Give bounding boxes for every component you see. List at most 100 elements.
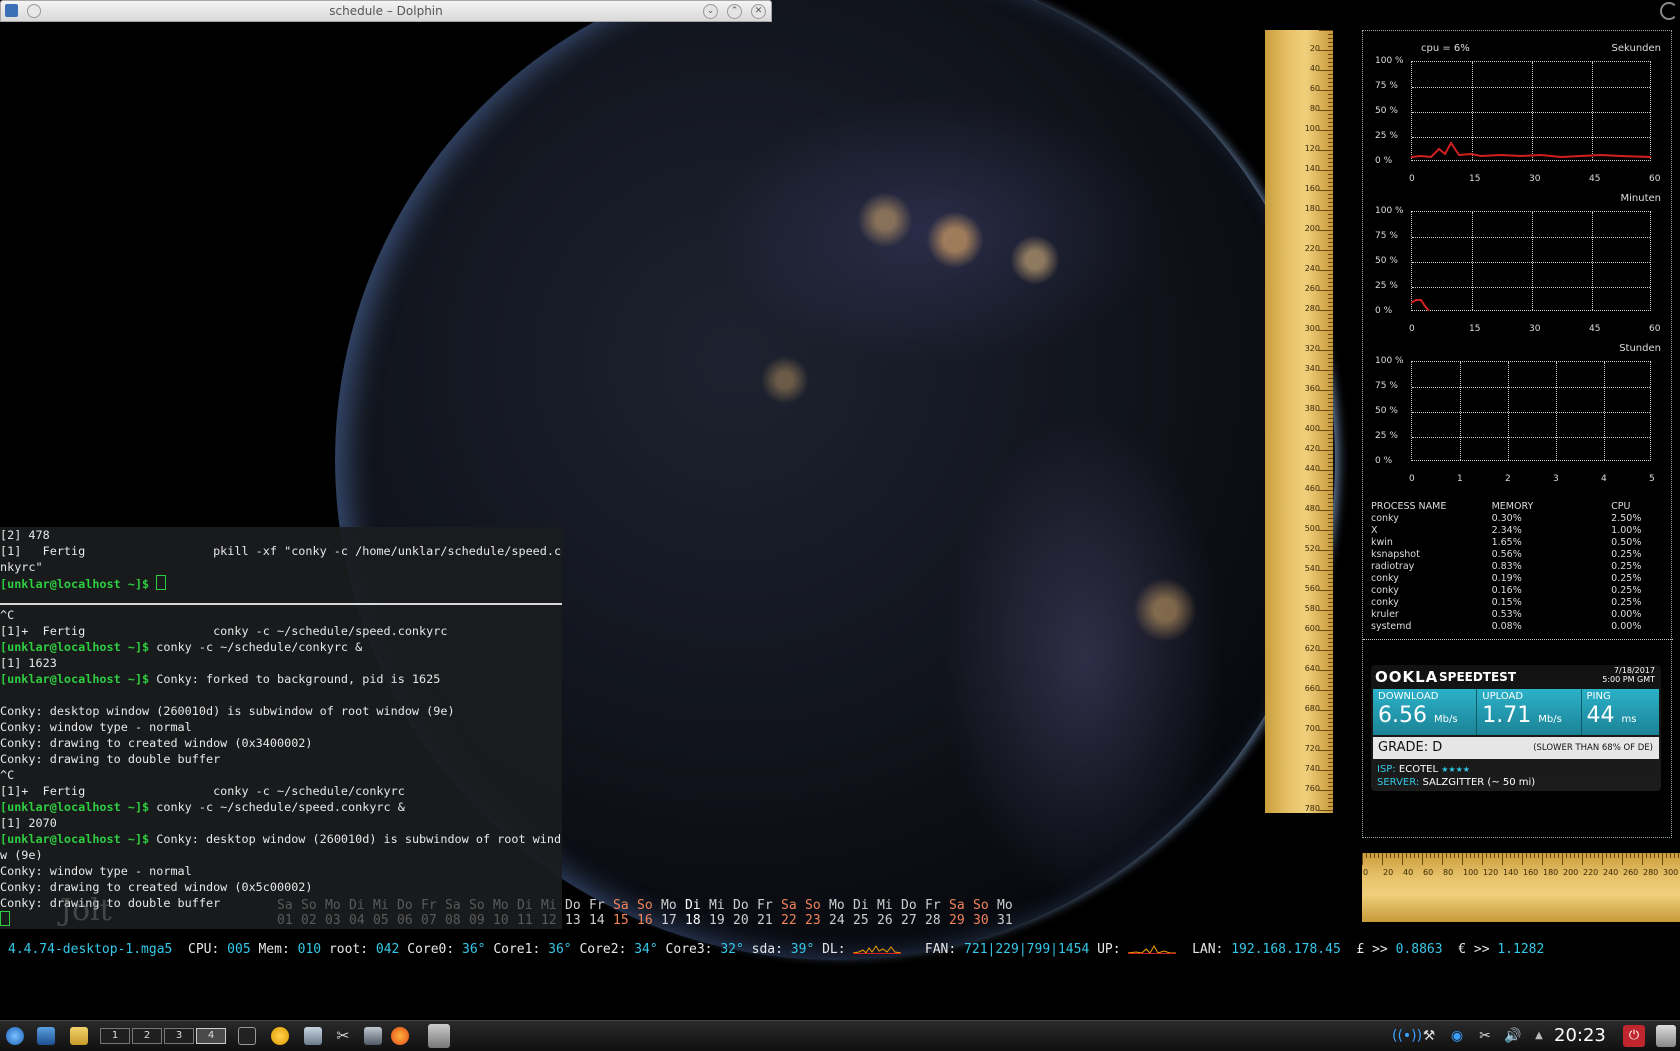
dolphin-window-titlebar[interactable]: schedule – Dolphin ⌄ ⌃ ✕ <box>0 0 772 22</box>
running-task-icon[interactable] <box>428 1024 450 1048</box>
calendar-date: 07 <box>421 913 437 928</box>
ruler-tick <box>1606 853 1607 858</box>
shell-prompt: [unklar@localhost ~]$ <box>0 800 150 814</box>
process-memory: 0.08% <box>1491 621 1522 632</box>
tools-icon[interactable]: ✂ <box>334 1027 352 1045</box>
ruler-tick <box>1328 506 1333 507</box>
ruler-label: 780 <box>1304 804 1320 813</box>
ruler-tick <box>1319 430 1333 431</box>
ruler-tick <box>1328 618 1333 619</box>
ruler-tick <box>1328 434 1333 435</box>
ruler-tick <box>1328 386 1333 387</box>
process-name: conky <box>1371 513 1399 524</box>
ruler-tick <box>1328 202 1333 203</box>
ruler-tick <box>1328 102 1333 103</box>
ruler-tick <box>1328 166 1333 167</box>
ruler-tick <box>1486 853 1487 858</box>
usage-graph: Sekunden cpu = 6% 100 % 75 % 50 % 25 % 0 % 0 15 3… <box>1363 31 1673 184</box>
calendar-date: 21 <box>757 913 773 928</box>
grid-line <box>1508 362 1509 460</box>
ruler-tool-icon[interactable]: ✂ <box>1476 1027 1494 1045</box>
ruler-tick <box>1319 450 1333 451</box>
volume-icon[interactable]: 🔊 <box>1504 1027 1522 1045</box>
ruler-tick <box>1328 318 1333 319</box>
power-button[interactable]: ⏻ <box>1623 1025 1645 1047</box>
ruler-tick <box>1586 853 1587 858</box>
firefox-icon[interactable] <box>391 1027 409 1045</box>
terminal-line: nkyrc" <box>0 559 562 575</box>
desktop-toolbox-icon[interactable] <box>1660 2 1678 20</box>
ruler-tick <box>1546 853 1547 858</box>
terminal-line: [1] 2070 <box>0 815 562 831</box>
ruler-tick <box>1328 206 1333 207</box>
ruler-label: 360 <box>1304 384 1320 393</box>
ruler-label: 80 <box>1309 104 1320 113</box>
ruler-tick <box>1514 853 1515 858</box>
process-row: kwin 1.65% 0.50% <box>1371 537 1661 549</box>
pane-splitter[interactable] <box>0 603 562 605</box>
ruler-tick <box>1386 853 1387 858</box>
process-memory: 0.15% <box>1491 597 1522 608</box>
ruler-label: 60 <box>1423 868 1434 877</box>
graph-y-label: 100 % <box>1375 206 1404 216</box>
calendar-weekday: Fr <box>925 898 941 913</box>
network-globe-icon[interactable]: ◉ <box>1448 1027 1466 1045</box>
terminal-launcher-icon[interactable] <box>238 1027 256 1045</box>
close-button[interactable]: ✕ <box>751 4 766 19</box>
graph-x-label: 2 <box>1505 474 1511 484</box>
core2-temp: 34° <box>634 942 658 957</box>
ruler-tick <box>1390 853 1391 858</box>
file-manager-icon[interactable] <box>70 1027 88 1045</box>
document-viewer-icon[interactable] <box>304 1027 322 1045</box>
kruler-horizontal[interactable]: 0 20 40 60 80 100 120 140 160 180 200 220 240 260 280 3… <box>1362 853 1680 922</box>
terminal-top-pane[interactable]: [2] 478 [1] Fertig pkill -xf "conky -c /h… <box>0 527 562 591</box>
ruler-label: 100 <box>1463 868 1479 877</box>
desktop-1[interactable]: 1 <box>100 1028 130 1044</box>
graph-y-label: 25 % <box>1375 431 1398 441</box>
ruler-tick <box>1328 518 1333 519</box>
ruler-tick <box>1362 853 1363 865</box>
clock[interactable]: 20:23 <box>1554 1025 1606 1046</box>
minimize-button[interactable]: ⌄ <box>703 4 718 19</box>
ruler-label: 520 <box>1304 544 1320 553</box>
ruler-tick <box>1478 853 1479 858</box>
ruler-tick <box>1554 853 1555 858</box>
desktop-4[interactable]: 4 <box>196 1028 226 1044</box>
maximize-button[interactable]: ⌃ <box>727 4 742 19</box>
system-settings-icon[interactable] <box>364 1027 382 1045</box>
ruler-tick <box>1328 54 1333 55</box>
ruler-tick <box>1538 853 1539 858</box>
smiley-app-icon[interactable] <box>271 1027 289 1045</box>
process-cpu: 1.00% <box>1611 525 1642 536</box>
ruler-tick <box>1319 50 1333 51</box>
ruler-tick <box>1328 394 1333 395</box>
ruler-label: 580 <box>1304 604 1320 613</box>
shell-prompt: [unklar@localhost ~]$ <box>0 577 150 591</box>
terminal-text: [1] Fertig pkill -xf "conky -c /home/unk… <box>0 544 562 558</box>
cpu-usage-path <box>1411 141 1651 159</box>
calendar-date: 16 <box>637 913 653 928</box>
terminal-text: Conky: desktop window (260010d) is subwi… <box>0 704 455 718</box>
desktop-2[interactable]: 2 <box>132 1028 162 1044</box>
ruler-tick <box>1319 630 1333 631</box>
ruler-tick <box>1542 853 1543 865</box>
show-desktop-icon[interactable] <box>37 1027 55 1045</box>
desktop-widget-icon[interactable] <box>1656 1025 1676 1047</box>
terminal-bottom-pane[interactable]: ^C [1]+ Fertig conky -c ~/schedule/speed.… <box>0 607 562 927</box>
ruler-tick <box>1328 154 1333 155</box>
ruler-tick <box>1622 853 1623 865</box>
ruler-tick <box>1328 654 1333 655</box>
ruler-tick <box>1319 750 1333 751</box>
ruler-tick <box>1328 562 1333 563</box>
terminal-window[interactable]: [2] 478 [1] Fertig pkill -xf "conky -c /h… <box>0 527 562 929</box>
graph-x-label: 1 <box>1457 474 1463 484</box>
ruler-tick <box>1328 526 1333 527</box>
grid-line <box>1556 362 1557 460</box>
desktop-3[interactable]: 3 <box>164 1028 194 1044</box>
updates-icon[interactable]: ⚒ <box>1420 1027 1438 1045</box>
network-wireless-icon[interactable]: ((•)) <box>1392 1027 1422 1045</box>
kruler-vertical[interactable]: 20 40 60 80 100 120 140 160 180 200 220 240 260 280 30… <box>1265 30 1333 813</box>
ruler-tick <box>1319 250 1333 251</box>
tray-expand-icon[interactable]: ▲ <box>1530 1027 1548 1045</box>
application-menu-icon[interactable] <box>6 1027 24 1045</box>
